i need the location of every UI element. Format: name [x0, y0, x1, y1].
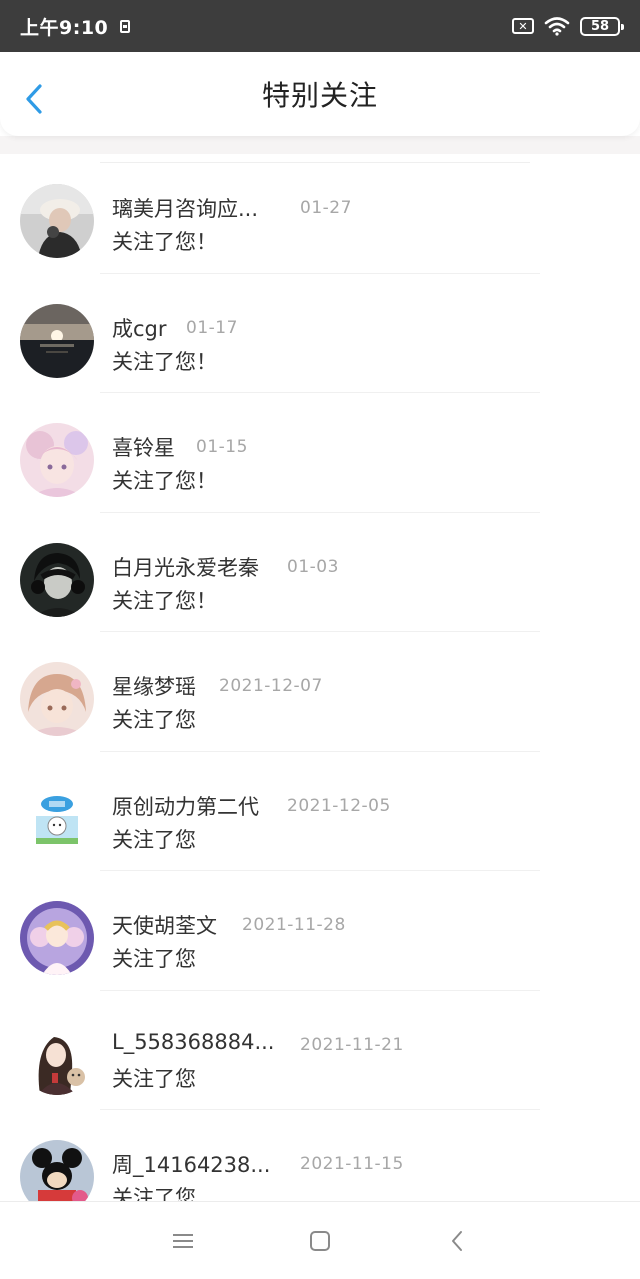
avatar[interactable] [20, 901, 94, 975]
avatar[interactable] [20, 781, 94, 856]
nav-home-button[interactable] [304, 1225, 336, 1257]
user-name[interactable]: 成cgr [112, 313, 167, 343]
follow-date: 2021-12-07 [219, 676, 323, 696]
follow-date: 01-27 [300, 198, 352, 218]
avatar[interactable] [20, 303, 94, 378]
follow-date: 2021-12-05 [287, 795, 391, 816]
avatar[interactable] [20, 1140, 94, 1201]
home-square-icon [310, 1230, 330, 1251]
status-time: 上午9:10 [20, 16, 109, 39]
user-name[interactable]: 喜铃星 [112, 432, 175, 462]
list-item[interactable]: 璃美月咨询应... 01-27 关注了您！ [0, 154, 640, 274]
user-name[interactable]: 白月光永爱老秦 [112, 552, 259, 582]
list-item[interactable]: 原创动力第二代 2021-12-05 关注了您 [0, 752, 640, 871]
page-title: 特别关注 [261, 79, 378, 112]
follow-date: 01-03 [287, 556, 339, 577]
status-icons: ✕ 58 [512, 16, 624, 36]
follow-message: 关注了您 [112, 1186, 196, 1201]
follow-message: 关注了您！ [112, 230, 217, 254]
follow-date: 2021-11-21 [300, 1034, 404, 1055]
user-name[interactable]: 原创动力第二代 [112, 791, 259, 821]
list-item[interactable]: 周_14164238... 2021-11-15 关注了您 [0, 1110, 640, 1201]
follow-date: 2021-11-28 [242, 915, 346, 935]
nav-menu-button[interactable] [167, 1225, 199, 1257]
user-name[interactable]: 天使胡荃文 [112, 910, 217, 940]
battery-level: 58 [590, 18, 610, 34]
menu-icon [173, 1233, 193, 1248]
back-triangle-icon [452, 1230, 462, 1251]
user-name[interactable]: L_558368884... [112, 1030, 274, 1054]
follow-message: 关注了您 [112, 708, 196, 732]
page-header: 特别关注 [0, 52, 640, 136]
list-item[interactable]: 喜铃星 01-15 关注了您！ [0, 393, 640, 513]
follow-message: 关注了您 [112, 827, 196, 852]
battery-indicator: 58 [580, 16, 624, 36]
follow-message: 关注了您！ [112, 588, 217, 613]
user-name[interactable]: 璃美月咨询应... [112, 193, 258, 223]
list-item[interactable]: 成cgr 01-17 关注了您！ [0, 274, 640, 393]
user-name[interactable]: 星缘梦瑶 [112, 671, 196, 701]
follower-list[interactable]: 璃美月咨询应... 01-27 关注了您！ 成cgr 01-17 关注了您！ 喜… [0, 154, 640, 1201]
list-item[interactable]: 星缘梦瑶 2021-12-07 关注了您 [0, 632, 640, 752]
list-item[interactable]: 白月光永爱老秦 01-03 关注了您！ [0, 513, 640, 632]
follow-date: 2021-11-15 [300, 1154, 404, 1174]
nav-back-button[interactable] [441, 1225, 473, 1257]
list-item[interactable]: L_558368884... 2021-11-21 关注了您 [0, 991, 640, 1110]
sim-card-icon [120, 19, 131, 33]
system-nav-bar [0, 1201, 640, 1279]
list-item[interactable]: 天使胡荃文 2021-11-28 关注了您 [0, 871, 640, 991]
wifi-icon [544, 17, 570, 36]
no-sim-icon: ✕ [512, 18, 534, 34]
follow-message: 关注了您！ [112, 469, 217, 493]
avatar[interactable] [20, 1020, 94, 1095]
user-name[interactable]: 周_14164238... [112, 1149, 270, 1179]
back-button[interactable] [22, 82, 46, 116]
avatar[interactable] [20, 184, 94, 258]
status-bar: 上午9:10 ✕ 58 [0, 0, 640, 52]
follow-message: 关注了您 [112, 1066, 196, 1091]
follow-date: 01-17 [186, 317, 238, 338]
back-chevron-icon [26, 84, 42, 114]
follow-message: 关注了您！ [112, 349, 217, 374]
avatar[interactable] [20, 542, 94, 617]
follow-date: 01-15 [196, 437, 248, 457]
avatar[interactable] [20, 662, 94, 736]
header-spacer [0, 136, 640, 154]
follow-message: 关注了您 [112, 947, 196, 971]
avatar[interactable] [20, 423, 94, 497]
